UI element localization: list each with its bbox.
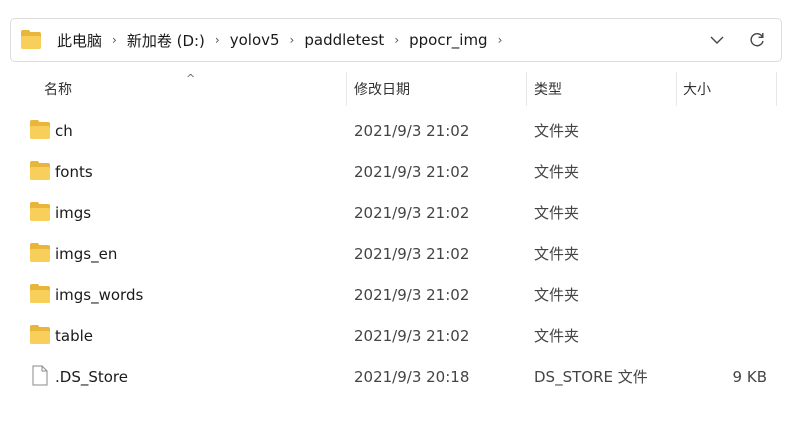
breadcrumb-yolov5[interactable]: yolov5 (226, 31, 284, 49)
chevron-right-icon[interactable]: › (106, 33, 123, 47)
column-header-name[interactable]: 名称 (44, 72, 344, 106)
file-type: 文件夹 (534, 245, 580, 263)
file-type: 文件夹 (534, 327, 580, 345)
list-item[interactable]: table 2021/9/3 21:02 文件夹 (0, 315, 795, 356)
column-header: ^ 名称 修改日期 类型 大小 (0, 72, 795, 108)
file-type: 文件夹 (534, 163, 580, 181)
refresh-icon[interactable] (737, 21, 777, 59)
breadcrumb-drive-d[interactable]: 新加卷 (D:) (123, 30, 209, 51)
list-item[interactable]: ch 2021/9/3 21:02 文件夹 (0, 110, 795, 151)
breadcrumb-ppocr-img[interactable]: ppocr_img (405, 31, 491, 49)
file-date: 2021/9/3 21:02 (354, 121, 470, 140)
list-item[interactable]: fonts 2021/9/3 21:02 文件夹 (0, 151, 795, 192)
breadcrumb-this-pc[interactable]: 此电脑 (53, 30, 106, 51)
file-name: .DS_Store (55, 367, 128, 386)
file-size: 9 KB (732, 367, 767, 386)
breadcrumb-paddletest[interactable]: paddletest (300, 31, 388, 49)
folder-icon (30, 202, 50, 221)
address-bar-area: 此电脑 › 新加卷 (D:) › yolov5 › paddletest › p… (0, 0, 795, 80)
chevron-right-icon[interactable]: › (492, 33, 509, 47)
file-type: 文件夹 (534, 122, 580, 140)
column-divider[interactable] (526, 72, 527, 106)
file-list: ch 2021/9/3 21:02 文件夹 fonts 2021/9/3 21:… (0, 110, 795, 397)
file-date: 2021/9/3 21:02 (354, 203, 470, 222)
file-name: imgs_words (55, 285, 144, 304)
file-type: DS_STORE 文件 (534, 368, 648, 386)
chevron-right-icon[interactable]: › (284, 33, 301, 47)
folder-icon (30, 284, 50, 303)
file-icon (30, 365, 50, 386)
list-item[interactable]: imgs_en 2021/9/3 21:02 文件夹 (0, 233, 795, 274)
file-name: imgs_en (55, 244, 118, 263)
list-item[interactable]: imgs_words 2021/9/3 21:02 文件夹 (0, 274, 795, 315)
file-date: 2021/9/3 20:18 (354, 367, 470, 386)
breadcrumb: 此电脑 › 新加卷 (D:) › yolov5 › paddletest › p… (53, 30, 697, 51)
column-divider[interactable] (776, 72, 777, 106)
file-name: table (55, 326, 93, 345)
folder-icon (30, 325, 50, 344)
chevron-right-icon[interactable]: › (209, 33, 226, 47)
chevron-right-icon[interactable]: › (388, 33, 405, 47)
list-item[interactable]: .DS_Store 2021/9/3 20:18 DS_STORE 文件 9 K… (0, 356, 795, 397)
folder-icon (30, 161, 50, 180)
file-name: fonts (55, 162, 93, 181)
file-date: 2021/9/3 21:02 (354, 285, 470, 304)
file-date: 2021/9/3 21:02 (354, 326, 470, 345)
file-date: 2021/9/3 21:02 (354, 244, 470, 263)
file-type: 文件夹 (534, 286, 580, 304)
list-item[interactable]: imgs 2021/9/3 21:02 文件夹 (0, 192, 795, 233)
chevron-down-icon[interactable] (697, 21, 737, 59)
address-bar[interactable]: 此电脑 › 新加卷 (D:) › yolov5 › paddletest › p… (10, 18, 782, 62)
file-name: ch (55, 121, 73, 140)
file-name: imgs (55, 203, 92, 222)
file-type: 文件夹 (534, 204, 580, 222)
file-date: 2021/9/3 21:02 (354, 162, 470, 181)
folder-icon (21, 29, 43, 49)
column-header-date[interactable]: 修改日期 (354, 72, 524, 106)
column-header-size[interactable]: 大小 (683, 72, 773, 106)
column-divider[interactable] (346, 72, 347, 106)
column-divider[interactable] (676, 72, 677, 106)
folder-icon (30, 243, 50, 262)
folder-icon (30, 120, 50, 139)
column-header-type[interactable]: 类型 (534, 72, 674, 106)
